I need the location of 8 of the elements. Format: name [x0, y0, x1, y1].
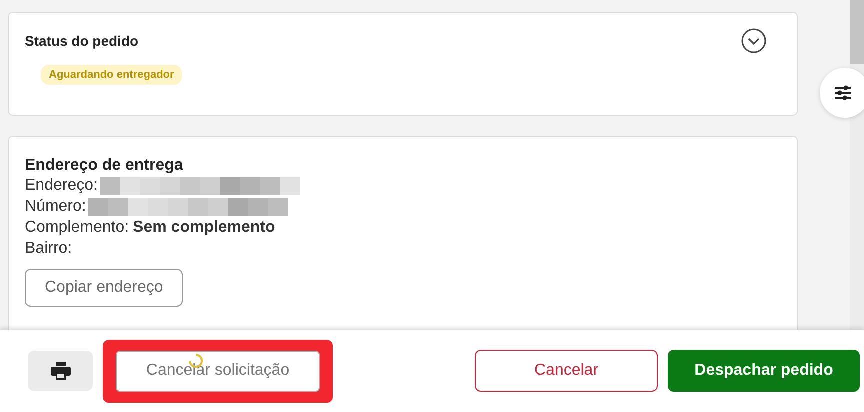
field-value: Sem complemento	[133, 218, 276, 238]
field-label: Número:	[25, 197, 86, 217]
card-title: Endereço de entrega	[25, 157, 184, 175]
field-label: Bairro:	[25, 239, 72, 259]
status-badge: Aguardando entregador	[41, 65, 182, 85]
field-label: Complemento:	[25, 218, 130, 238]
card-title: Status do pedido	[25, 33, 139, 49]
field-label: Endereço:	[25, 176, 98, 196]
